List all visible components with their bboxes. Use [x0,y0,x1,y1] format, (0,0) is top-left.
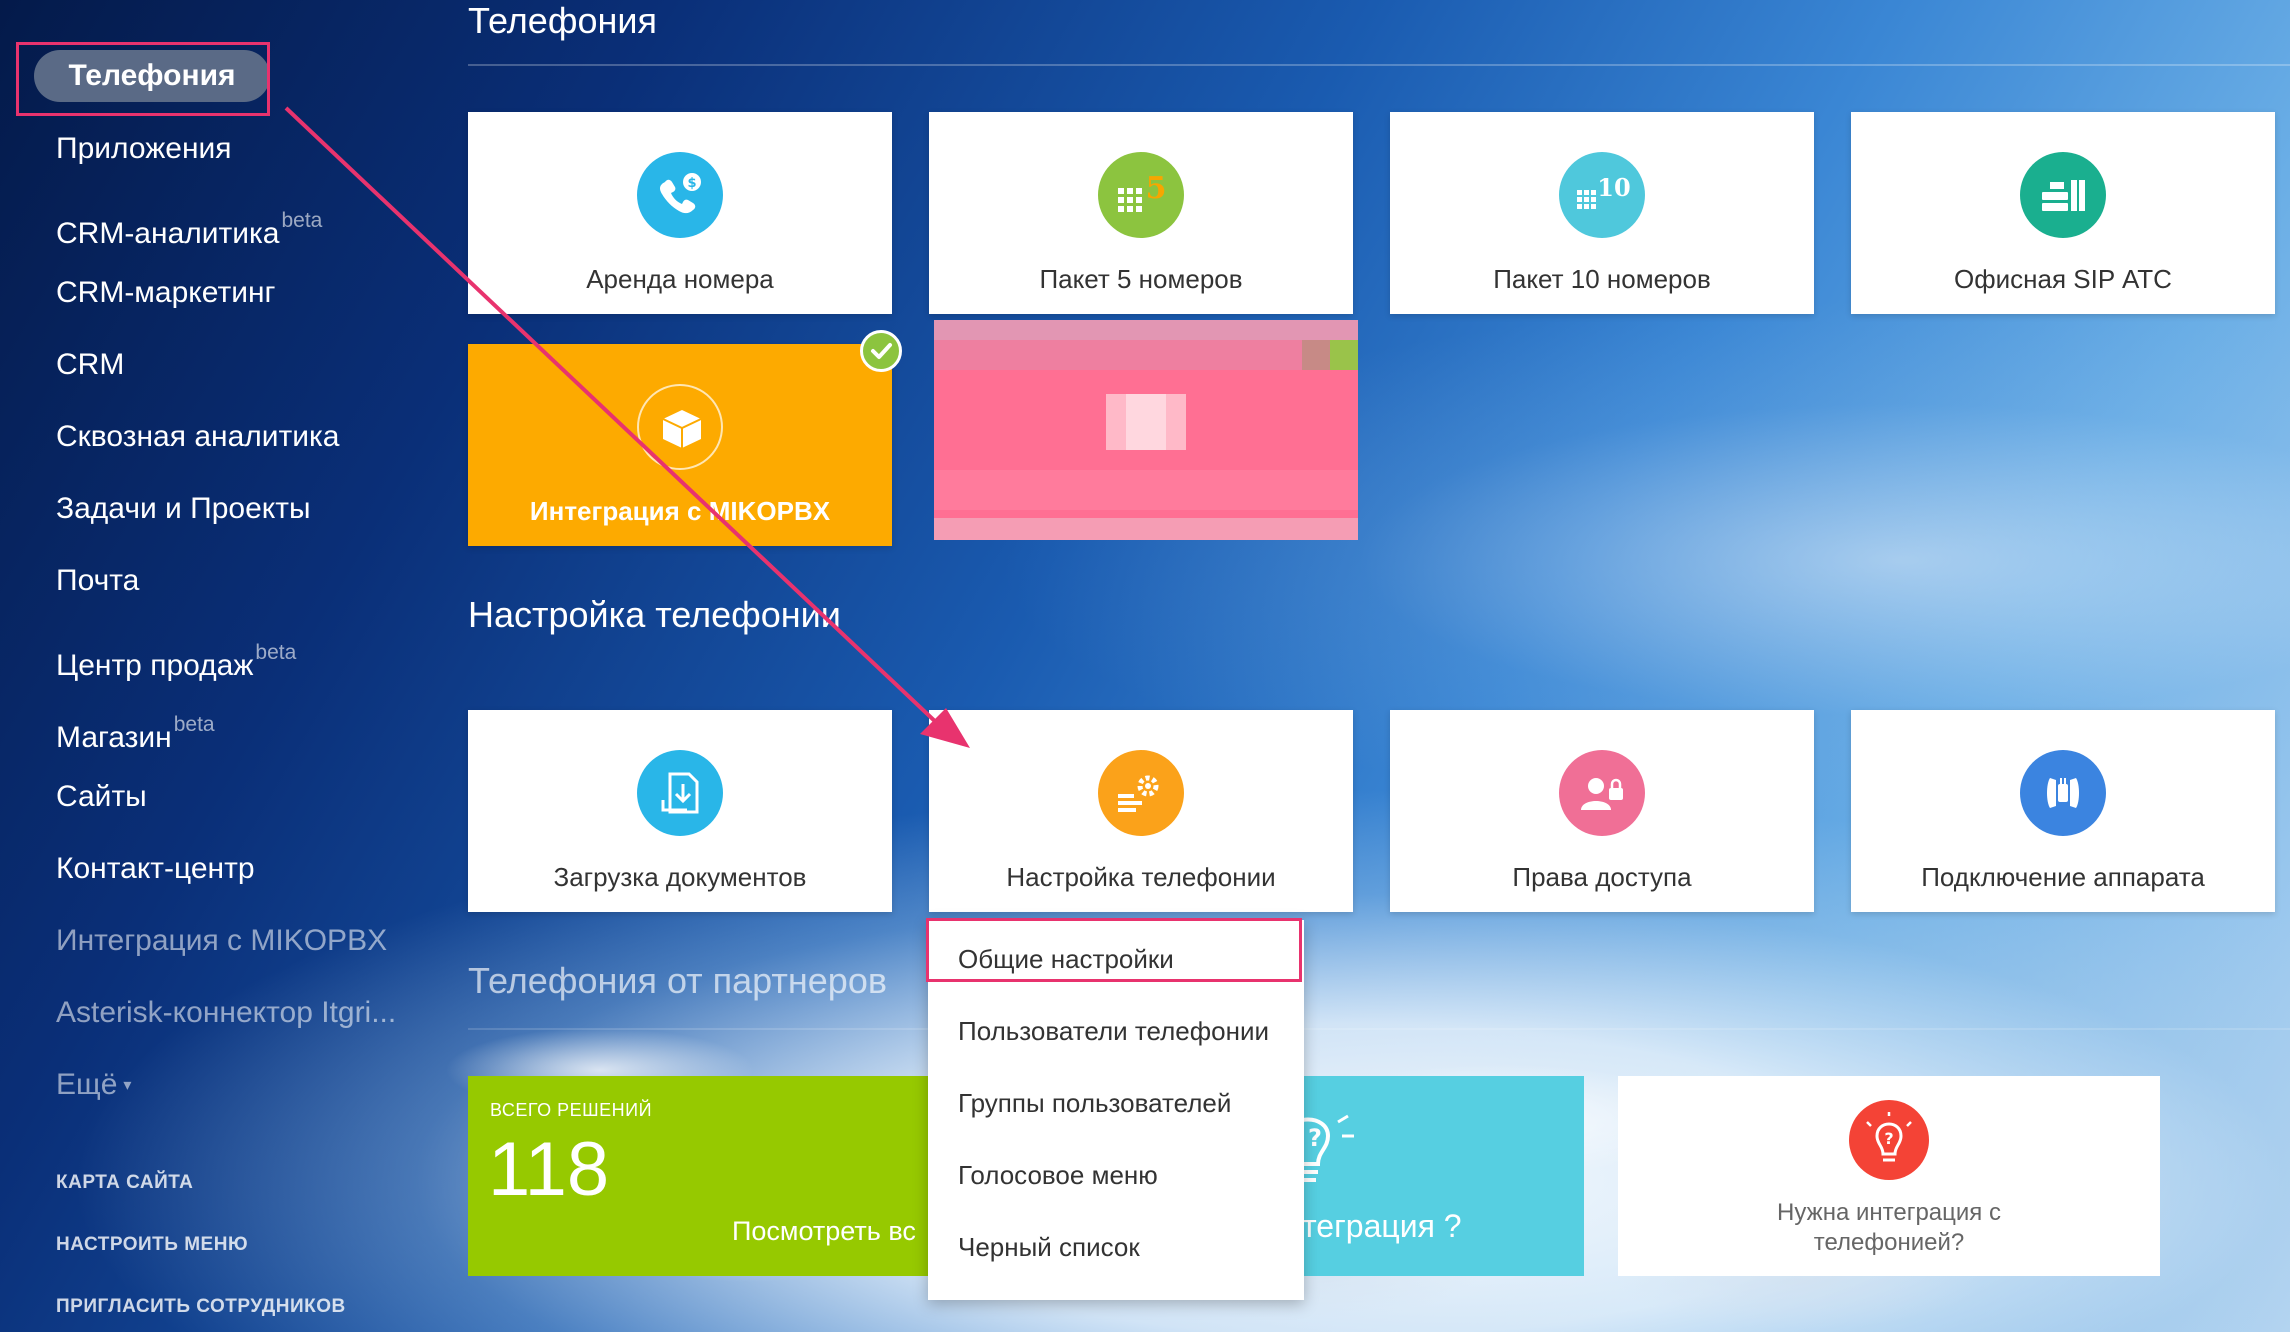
beta-badge: beta [255,641,297,664]
sidebar-item-label: CRM-аналитика [56,217,280,250]
plug-phone-icon [2020,750,2106,836]
svg-text:10: 10 [1597,173,1630,202]
tile-access-rights[interactable]: Права доступа [1390,710,1814,912]
beta-badge: beta [281,209,323,232]
blurred-tile [934,320,1358,540]
menu-item-general-settings[interactable]: Общие настройки [958,944,1174,975]
svg-text:5: 5 [1146,171,1167,206]
chevron-down-icon: ▾ [123,1077,132,1094]
pbx-icon [2020,152,2106,238]
sidebar-item-label: CRM-маркетинг [56,276,276,309]
tile-label: Подключение аппарата [1921,862,2205,892]
keypad-10-icon: 10 [1559,152,1645,238]
tile-rent-number[interactable]: $ Аренда номера [468,112,892,314]
sidebar: Телефония Приложения CRM-аналитикаbeta C… [0,0,440,1332]
sidebar-item-more[interactable]: Ещё ▾ [56,1067,131,1104]
tile-office-sip-pbx[interactable]: Офисная SIP АТС [1851,112,2275,314]
sidebar-item-shop[interactable]: Магазинbeta [56,707,215,756]
configure-menu-link[interactable]: НАСТРОИТЬ МЕНЮ [56,1234,248,1256]
sidebar-item-label: Почта [56,564,140,597]
phone-dollar-icon: $ [637,152,723,238]
beta-badge: beta [173,713,215,736]
svg-text:?: ? [1308,1124,1322,1152]
tile-label: Офисная SIP АТС [1954,264,2172,294]
sidebar-item-end-to-end-analytics[interactable]: Сквозная аналитика [56,419,340,455]
section-title-partners: Телефония от партнеров [468,960,887,1001]
tile-label: Аренда номера [586,264,774,294]
tile-package-10[interactable]: 10 Пакет 10 номеров [1390,112,1814,314]
user-lock-icon [1559,750,1645,836]
annotation-highlight-box [16,42,270,116]
lightbulb-question-icon: ? [1849,1100,1929,1180]
lightbulb-icon: ? [1285,1106,1378,1196]
sidebar-item-sales-center[interactable]: Центр продажbeta [56,635,296,684]
sidebar-item-tasks[interactable]: Задачи и Проекты [56,491,311,527]
total-count: 118 [488,1127,610,1212]
invite-employees-link[interactable]: ПРИГЛАСИТЬ СОТРУДНИКОВ [56,1296,346,1318]
tile-label: Настройка телефонии [1006,862,1276,892]
view-all-link[interactable]: Посмотреть вс [732,1216,916,1247]
sidebar-item-label: Сквозная аналитика [56,420,340,453]
sidebar-item-label: Задачи и Проекты [56,492,311,525]
sidebar-item-label: Интеграция с MIKOPBX [56,924,388,957]
settings-gear-icon [1098,750,1184,836]
tile-label: Права доступа [1512,862,1692,892]
sidebar-item-mail[interactable]: Почта [56,563,139,599]
total-label: ВСЕГО РЕШЕНИЙ [490,1100,653,1120]
telephony-settings-dropdown: Общие настройки Пользователи телефонии Г… [926,918,1304,1300]
svg-text:$: $ [687,176,696,191]
tile-mikopbx-integration[interactable]: Интеграция с MIKOPBX [468,344,892,546]
sidebar-item-apps[interactable]: Приложения [56,131,232,167]
section-title-settings: Настройка телефонии [468,594,841,635]
sidebar-item-mikopbx[interactable]: Интеграция с MIKOPBX [56,923,387,959]
need-integration-card[interactable]: ? Нужна интеграция с телефонией? [1618,1076,2160,1276]
tile-device-connection[interactable]: Подключение аппарата [1851,710,2275,912]
tile-label: Интеграция с MIKOPBX [529,496,831,526]
sitemap-link[interactable]: КАРТА САЙТА [56,1172,193,1194]
box-icon [637,384,723,470]
tile-telephony-settings[interactable]: Настройка телефонии [929,710,1353,912]
sidebar-item-label: Asterisk-коннектор Itgri... [56,996,397,1029]
sidebar-item-crm-analytics[interactable]: CRM-аналитикаbeta [56,203,322,252]
menu-item-telephony-users[interactable]: Пользователи телефонии [958,1016,1269,1047]
sidebar-item-label: Магазин [56,721,172,754]
sidebar-item-label: Приложения [56,132,232,165]
sidebar-item-label: Контакт-центр [56,852,255,885]
sidebar-item-contact-center[interactable]: Контакт-центр [56,851,255,887]
menu-item-blacklist[interactable]: Черный список [958,1232,1140,1263]
tile-label: Загрузка документов [553,862,807,892]
need-integration-text: Нужна интеграция с телефонией? [1777,1199,2001,1256]
sidebar-item-label: CRM [56,348,125,381]
section-divider [468,64,2290,66]
sidebar-item-label: Центр продаж [56,649,254,682]
sidebar-item-label: Ещё [56,1068,118,1101]
document-download-icon [637,750,723,836]
integration-text: теграция ? [1302,1208,1462,1244]
sidebar-item-asterisk[interactable]: Asterisk-коннектор Itgri... [56,995,396,1031]
tile-document-upload[interactable]: Загрузка документов [468,710,892,912]
section-divider [468,1028,2290,1030]
tile-label: Пакет 10 номеров [1493,264,1711,294]
tile-label: Пакет 5 номеров [1039,264,1243,294]
sidebar-item-label: Сайты [56,780,147,813]
svg-text:?: ? [1884,1129,1893,1148]
menu-item-voice-menu[interactable]: Голосовое меню [958,1160,1158,1191]
all-solutions-card[interactable]: ВСЕГО РЕШЕНИЙ 118 Посмотреть вс [468,1076,938,1276]
sidebar-item-sites[interactable]: Сайты [56,779,147,815]
keypad-5-icon: 5 [1098,152,1184,238]
menu-item-user-groups[interactable]: Группы пользователей [958,1088,1231,1119]
installed-check-icon [860,330,902,372]
sidebar-item-crm[interactable]: CRM [56,347,124,383]
tile-package-5[interactable]: 5 Пакет 5 номеров [929,112,1353,314]
sidebar-item-crm-marketing[interactable]: CRM-маркетинг [56,275,275,311]
section-title-telephony: Телефония [468,0,657,41]
